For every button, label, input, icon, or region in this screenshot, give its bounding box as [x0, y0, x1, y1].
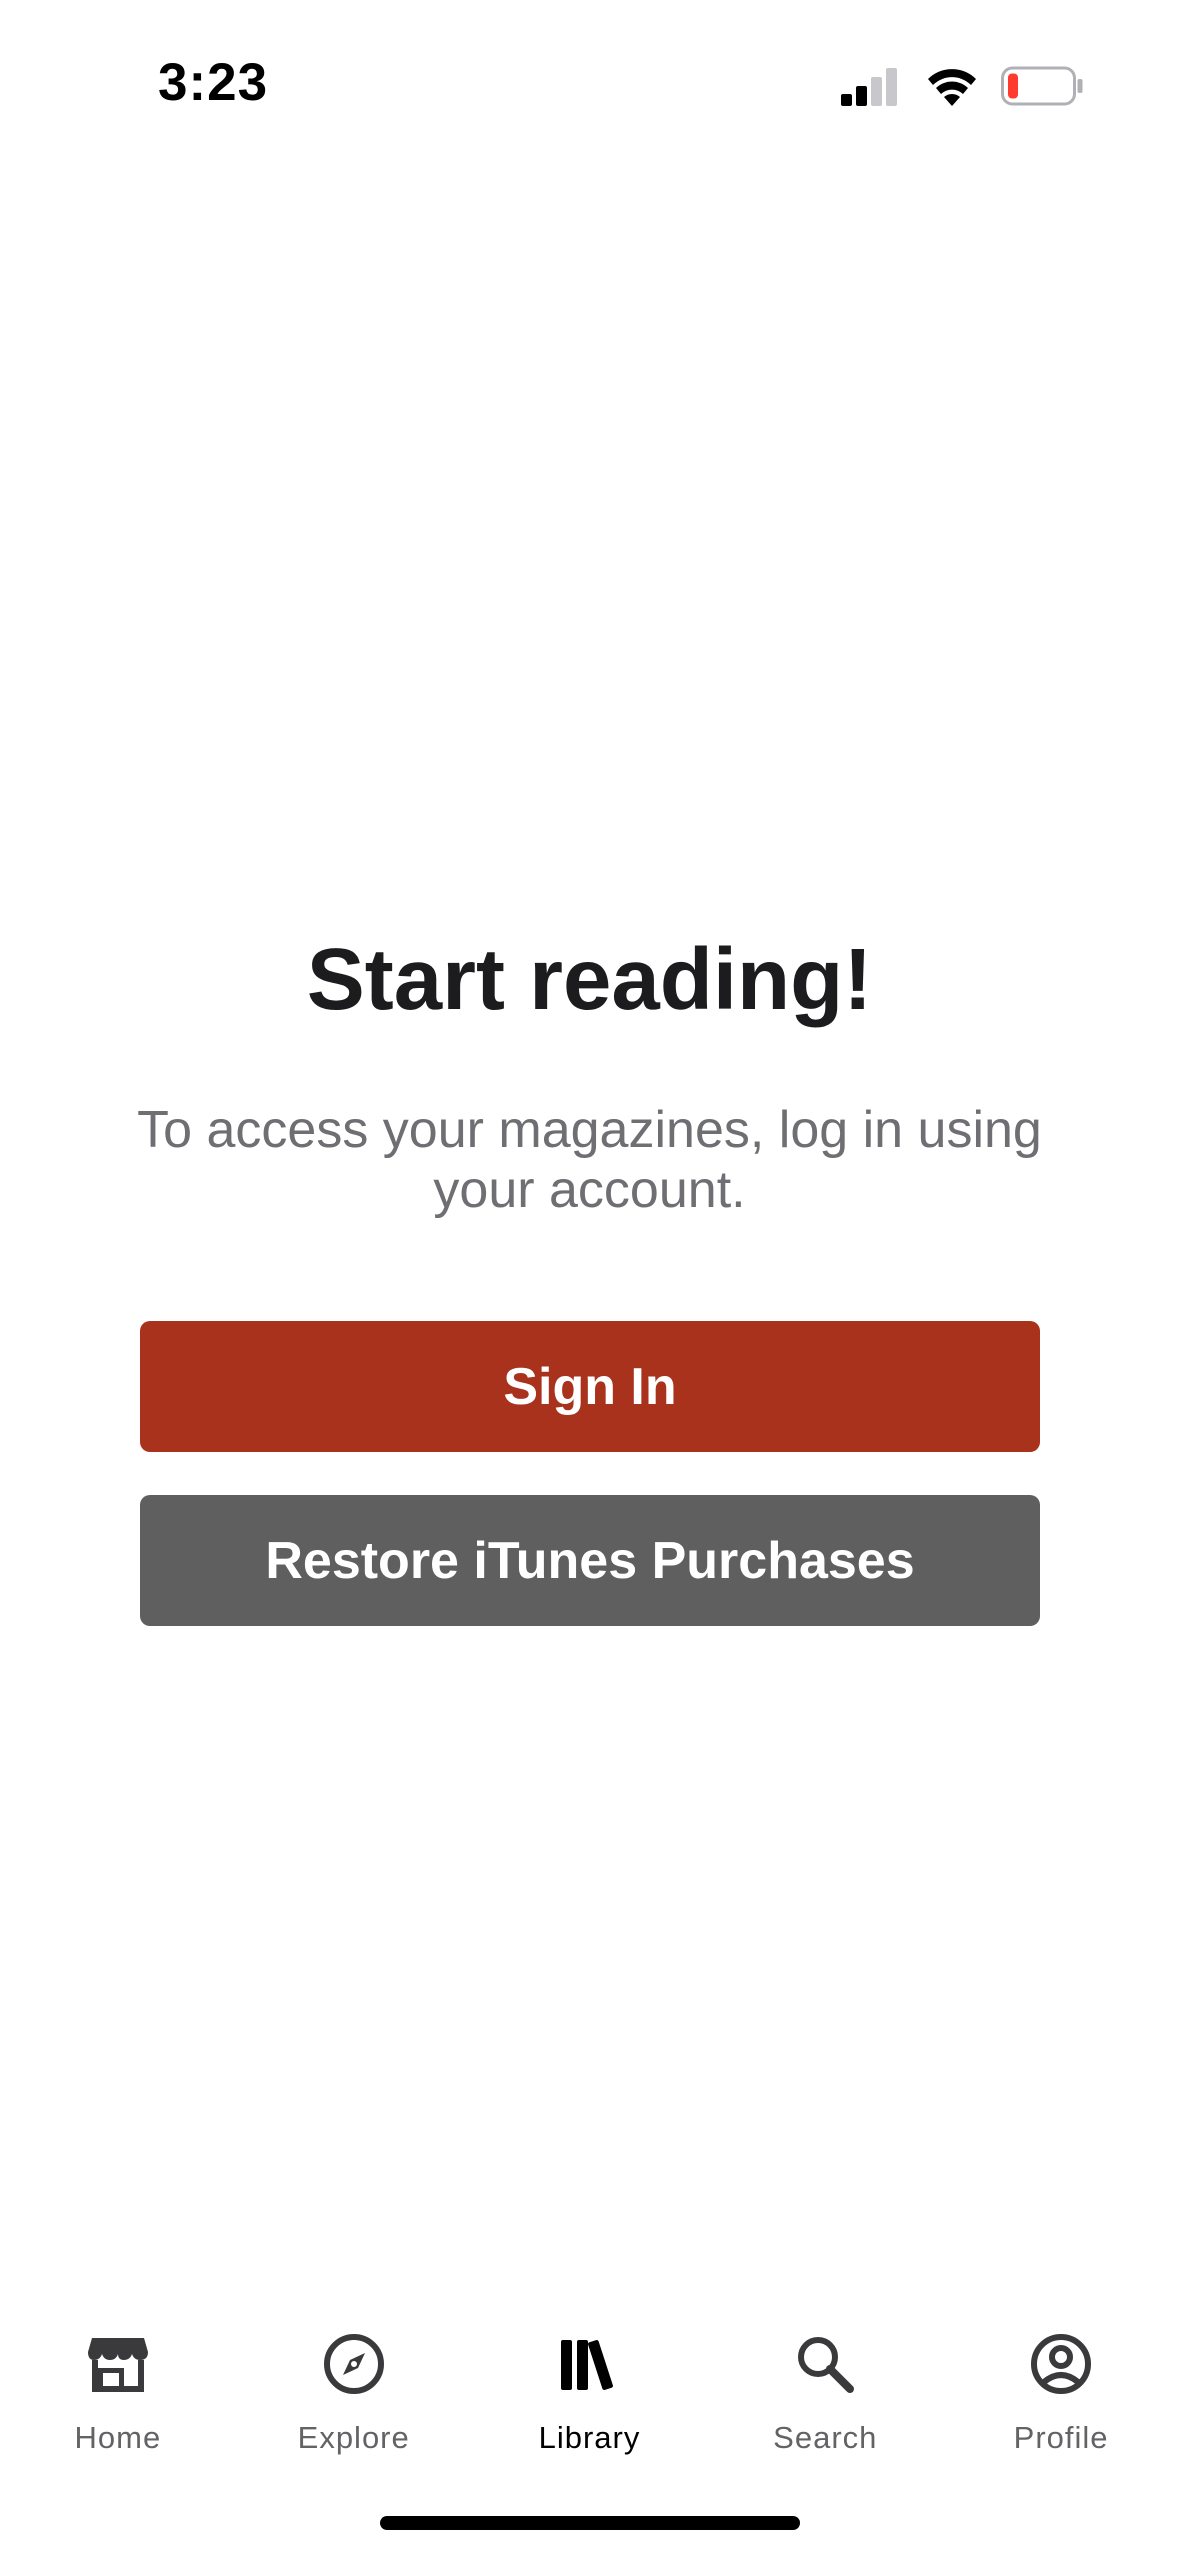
store-icon [82, 2328, 154, 2400]
tab-label-profile: Profile [1013, 2420, 1109, 2455]
tab-library[interactable]: Library [472, 2300, 708, 2480]
status-bar: 3:23 [0, 0, 1179, 150]
status-time: 3:23 [158, 53, 269, 112]
library-books-icon [553, 2328, 625, 2400]
compass-icon [318, 2328, 390, 2400]
page-title: Start reading! [306, 931, 873, 1028]
restore-purchases-button[interactable]: Restore iTunes Purchases [140, 1495, 1040, 1626]
tab-label-explore: Explore [297, 2420, 410, 2455]
status-icons [841, 60, 1083, 112]
tab-home[interactable]: Home [0, 2300, 236, 2480]
tab-profile[interactable]: Profile [943, 2300, 1179, 2480]
tab-explore[interactable]: Explore [236, 2300, 472, 2480]
tab-search[interactable]: Search [707, 2300, 943, 2480]
profile-circle-icon [1025, 2328, 1097, 2400]
tab-label-library: Library [538, 2420, 641, 2455]
tab-bar: Home Explore Library Search Profile [0, 2300, 1179, 2480]
cellular-signal-icon [841, 68, 897, 106]
wifi-icon [928, 69, 976, 106]
tab-label-home: Home [74, 2420, 162, 2455]
search-icon [789, 2328, 861, 2400]
sign-in-button[interactable]: Sign In [140, 1321, 1040, 1452]
battery-low-icon [1001, 66, 1083, 106]
login-prompt-text: To access your magazines, log in using y… [137, 1101, 1042, 1219]
home-indicator[interactable] [380, 2516, 800, 2530]
tab-label-search: Search [773, 2420, 878, 2455]
